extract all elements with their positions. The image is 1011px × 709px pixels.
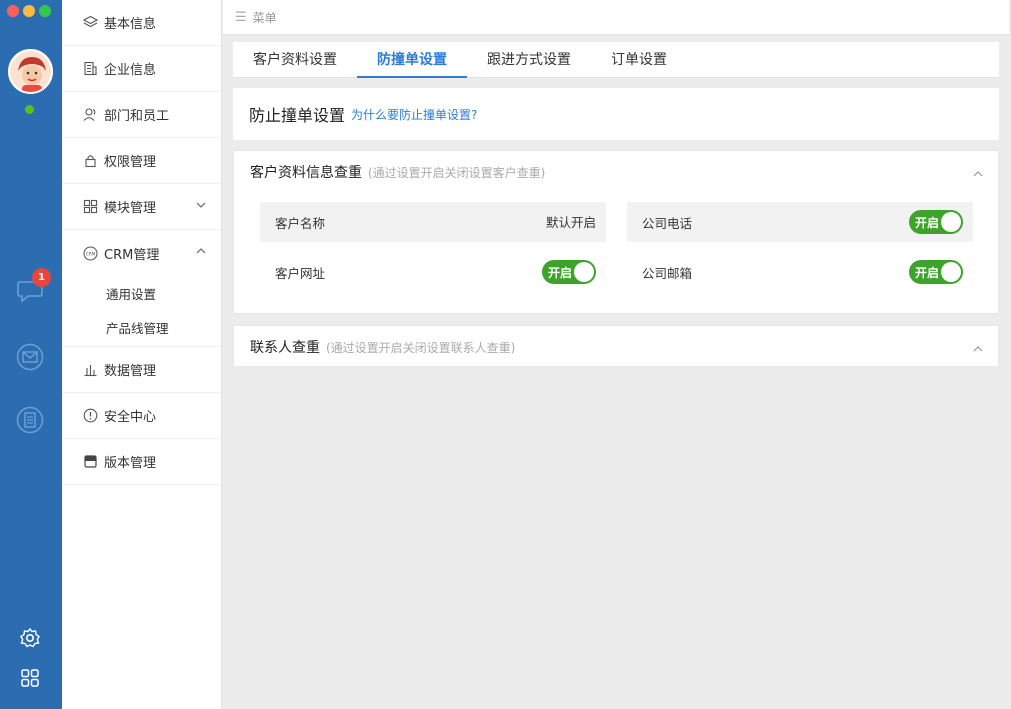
sidebar-item-version[interactable]: 版本管理 — [62, 439, 221, 485]
settings-sidebar: 基本信息 企业信息 部门和员工 权限管理 模块管理 CRM CRM管理 通用设置… — [62, 0, 222, 709]
field-label: 客户网址 — [275, 265, 326, 281]
toggle-knob — [941, 212, 961, 232]
sidebar-item-data[interactable]: 数据管理 — [62, 347, 221, 393]
users-icon — [82, 107, 98, 123]
sidebar-item-departments[interactable]: 部门和员工 — [62, 92, 221, 138]
sidebar-item-label: 模块管理 — [104, 201, 157, 216]
field-company-email: 公司邮箱 开启 — [627, 252, 973, 292]
tab-customer-profile[interactable]: 客户资料设置 — [233, 41, 357, 77]
tab-follow-up[interactable]: 跟进方式设置 — [467, 41, 591, 77]
chevron-up-icon[interactable] — [972, 340, 984, 359]
field-customer-name: 客户名称 默认开启 — [260, 202, 606, 242]
tab-anti-collision[interactable]: 防撞单设置 — [357, 41, 467, 78]
online-status-dot — [25, 105, 34, 114]
company-email-toggle[interactable]: 开启 — [909, 260, 963, 284]
page-heading: 防止撞单设置 为什么要防止撞单设置? — [233, 88, 999, 140]
bar-chart-icon — [82, 362, 98, 378]
chevron-down-icon — [195, 199, 207, 215]
sidebar-item-label: 部门和员工 — [104, 109, 170, 124]
apps-icon[interactable] — [15, 663, 45, 693]
customer-dedupe-header[interactable]: 客户资料信息查重 (通过设置开启关闭设置客户查重) — [234, 151, 998, 193]
help-link[interactable]: 为什么要防止撞单设置? — [351, 106, 477, 123]
toggle-label: 开启 — [548, 265, 573, 280]
sidebar-item-label: 数据管理 — [104, 364, 157, 379]
tab-orders[interactable]: 订单设置 — [591, 41, 687, 77]
sidebar-item-security[interactable]: 安全中心 — [62, 393, 221, 439]
toggle-label: 开启 — [915, 265, 940, 280]
menu-icon[interactable]: ☰ — [235, 10, 247, 25]
app-rail: 1 — [0, 0, 62, 709]
notification-badge: 1 — [32, 268, 51, 287]
lock-icon — [82, 153, 98, 169]
top-menu-bar: ☰ 菜单 — [223, 0, 1009, 35]
contact-dedupe-panel: 联系人查重 (通过设置开启关闭设置联系人查重) — [233, 325, 999, 367]
chat-icon[interactable]: 1 — [15, 268, 51, 306]
panel-subtitle: (通过设置开启关闭设置客户查重) — [368, 165, 546, 180]
settings-tabs: 客户资料设置 防撞单设置 跟进方式设置 订单设置 — [233, 42, 999, 78]
svg-text:CRM: CRM — [85, 251, 95, 256]
panel-title: 客户资料信息查重 — [250, 165, 362, 181]
field-label: 公司邮箱 — [642, 265, 693, 281]
sidebar-item-company-info[interactable]: 企业信息 — [62, 46, 221, 92]
contact-dedupe-header[interactable]: 联系人查重 (通过设置开启关闭设置联系人查重) — [234, 326, 998, 368]
minimize-window-button[interactable] — [23, 5, 35, 17]
toggle-knob — [941, 262, 961, 282]
field-company-phone: 公司电话 开启 — [627, 202, 973, 242]
settings-icon[interactable] — [15, 623, 45, 653]
field-customer-website: 客户网址 开启 — [260, 252, 606, 292]
sidebar-item-label: 企业信息 — [104, 63, 157, 78]
sidebar-item-crm[interactable]: CRM CRM管理 — [62, 230, 221, 276]
menu-label[interactable]: 菜单 — [253, 9, 277, 26]
panel-title: 联系人查重 — [250, 340, 320, 356]
alert-icon — [82, 408, 98, 424]
field-label: 客户名称 — [275, 215, 326, 231]
sidebar-item-label: 版本管理 — [104, 456, 157, 471]
chevron-up-icon[interactable] — [972, 165, 984, 184]
customer-dedupe-panel: 客户资料信息查重 (通过设置开启关闭设置客户查重) 客户名称 默认开启 公司电话… — [233, 150, 999, 314]
company-phone-toggle[interactable]: 开启 — [909, 210, 963, 234]
modules-icon — [82, 199, 98, 215]
sidebar-item-label: 权限管理 — [104, 155, 157, 170]
avatar[interactable] — [8, 49, 53, 94]
crm-icon: CRM — [82, 245, 98, 261]
sidebar-subitem-product-lines[interactable]: 产品线管理 — [62, 310, 221, 344]
version-icon — [82, 454, 98, 470]
sidebar-item-label: 基本信息 — [104, 17, 157, 32]
maximize-window-button[interactable] — [39, 5, 51, 17]
crm-submenu: 通用设置 产品线管理 — [62, 276, 221, 347]
layers-icon — [82, 15, 98, 31]
chevron-up-icon — [195, 245, 207, 261]
building-icon — [82, 61, 98, 77]
customer-website-toggle[interactable]: 开启 — [542, 260, 596, 284]
sidebar-item-modules[interactable]: 模块管理 — [62, 184, 221, 230]
sidebar-item-label: 安全中心 — [104, 410, 157, 425]
sidebar-item-basic-info[interactable]: 基本信息 — [62, 0, 221, 46]
sidebar-item-label: CRM管理 — [104, 247, 160, 263]
default-on-text: 默认开启 — [545, 215, 596, 230]
page-title: 防止撞单设置 — [249, 106, 346, 125]
toggle-label: 开启 — [915, 215, 940, 230]
sidebar-item-permissions[interactable]: 权限管理 — [62, 138, 221, 184]
sidebar-subitem-general-settings[interactable]: 通用设置 — [62, 276, 221, 310]
close-window-button[interactable] — [7, 5, 19, 17]
mail-icon[interactable] — [15, 342, 45, 372]
document-icon[interactable] — [15, 405, 45, 435]
window-controls — [7, 5, 51, 17]
field-label: 公司电话 — [642, 215, 693, 231]
panel-subtitle: (通过设置开启关闭设置联系人查重) — [326, 340, 516, 355]
toggle-knob — [574, 262, 594, 282]
